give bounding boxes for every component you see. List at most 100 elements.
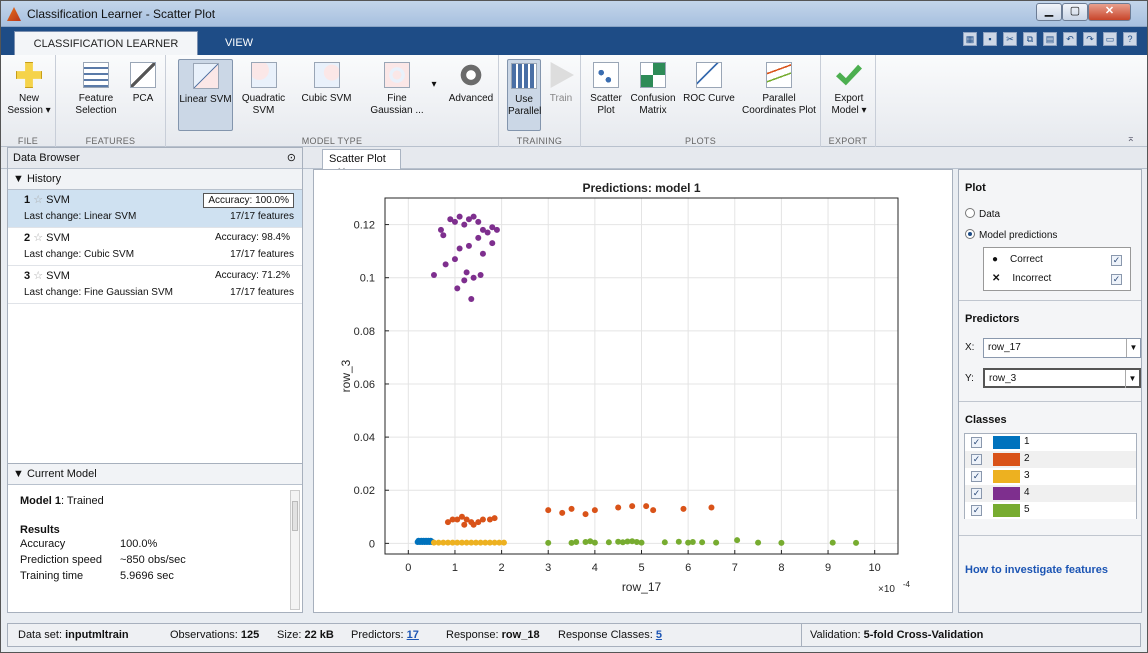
maximize-button[interactable]: ▢ (1062, 3, 1088, 21)
new-session-button[interactable]: New Session ▾ (5, 59, 53, 117)
x-marker-icon: ✕ (992, 273, 1001, 284)
class-color-swatch (993, 487, 1020, 500)
data-point-class-4 (470, 213, 477, 220)
x-tick-label: 9 (825, 562, 831, 574)
data-point-class-5 (853, 539, 860, 546)
help-icon[interactable]: ? (1123, 32, 1137, 46)
data-point-class-2 (559, 509, 566, 516)
cubic-svm-icon (313, 62, 340, 88)
copy-icon[interactable]: ⧉ (1023, 32, 1037, 46)
class-checkbox[interactable]: ✓ (971, 505, 982, 516)
group-plots: Scatter Plot Confusion Matrix ROC Curve … (581, 55, 821, 147)
cut-icon[interactable]: ✂ (1003, 32, 1017, 46)
y-axis-label: Y: (965, 373, 974, 384)
close-button[interactable]: ✕ (1088, 3, 1131, 21)
feature-selection-button[interactable]: Feature Selection (74, 59, 118, 117)
tab-view[interactable]: VIEW (200, 31, 278, 55)
results-row: Training time 5.9696 sec (20, 570, 174, 582)
star-icon[interactable]: ☆ (33, 194, 43, 206)
cubic-svm-button[interactable]: Cubic SVM (299, 59, 354, 105)
save-icon[interactable]: ▪ (983, 32, 997, 46)
layout-icon[interactable]: ▦ (963, 32, 977, 46)
data-point-class-4 (475, 218, 482, 225)
export-model-button[interactable]: Export Model ▾ (827, 59, 871, 117)
pca-button[interactable]: PCA (128, 59, 158, 105)
window-title: Classification Learner - Scatter Plot (27, 7, 216, 21)
status-dataset: Data set: inputmltrain (18, 629, 129, 641)
parallel-coordinates-button[interactable]: Parallel Coordinates Plot (739, 59, 819, 117)
model-predictions-radio[interactable]: Model predictions (965, 229, 1057, 241)
history-model-name: SVM (46, 194, 70, 206)
class-row[interactable]: ✓ 1 (965, 434, 1136, 451)
history-section-header[interactable]: ▼ History (8, 169, 302, 190)
class-row[interactable]: ✓ 2 (965, 451, 1136, 468)
class-color-swatch (993, 470, 1020, 483)
data-point-class-4 (437, 226, 444, 233)
data-point-class-4 (440, 232, 447, 239)
history-number: 1 (24, 194, 31, 206)
y-predictor-select[interactable]: row_3 ▼ (983, 368, 1141, 388)
confusion-matrix-button[interactable]: Confusion Matrix (627, 59, 679, 117)
quick-access-toolbar: ▦ ▪ ✂ ⧉ ▤ ↶ ↷ ▭ ? (963, 32, 1137, 50)
scatter-chart[interactable]: 0 1 2 3 4 5 6 7 8 9 10 0 0.02 0.04 0.06 0.08 0.1 0.12 Pred… (314, 170, 954, 614)
predictors-title: Predictors (965, 313, 1020, 325)
quadratic-svm-button[interactable]: Quadratic SVM (236, 59, 291, 117)
scatter-plot-icon (593, 62, 619, 88)
star-icon[interactable]: ☆ (33, 232, 43, 244)
history-item[interactable]: 1 ☆ SVM Last change: Linear SVM Accuracy: … (8, 190, 302, 228)
x-axis-label: row_17 (622, 580, 662, 594)
scatter-plot-button[interactable]: Scatter Plot (587, 59, 625, 117)
data-point-class-2 (582, 511, 589, 518)
train-button[interactable]: Train (547, 59, 575, 105)
window-icon[interactable]: ▭ (1103, 32, 1117, 46)
tab-classification-learner[interactable]: CLASSIFICATION LEARNER (14, 31, 198, 55)
class-checkbox[interactable]: ✓ (971, 437, 982, 448)
panel-menu-icon[interactable]: ⊙ (287, 148, 296, 169)
how-to-investigate-link[interactable]: How to investigate features (965, 564, 1108, 576)
tab-scatter-plot[interactable]: Scatter Plot ✕ (322, 149, 401, 178)
advanced-button[interactable]: Advanced (446, 59, 496, 105)
minimize-button[interactable]: ▁ (1036, 3, 1062, 21)
class-checkbox[interactable]: ✓ (971, 454, 982, 465)
data-point-class-4 (442, 261, 449, 268)
incorrect-checkbox[interactable]: ✓ (1111, 274, 1122, 285)
correct-checkbox[interactable]: ✓ (1111, 255, 1122, 266)
fine-gaussian-svm-button[interactable]: Fine Gaussian ... (366, 59, 428, 117)
current-model-scrollbar[interactable] (290, 490, 300, 610)
data-point-class-4 (451, 256, 458, 263)
star-icon[interactable]: ☆ (33, 270, 43, 282)
current-model-header[interactable]: ▼ Current Model (8, 464, 302, 485)
ribbon-toolstrip: New Session ▾ FILE Feature Selection PCA… (1, 55, 1147, 147)
status-response: Response: row_18 (446, 629, 540, 641)
class-checkbox[interactable]: ✓ (971, 471, 982, 482)
results-row: Prediction speed ~850 obs/sec (20, 554, 186, 566)
response-classes-link[interactable]: 5 (656, 629, 662, 641)
collapse-ribbon-icon[interactable]: ⌅ (1127, 133, 1135, 144)
roc-curve-button[interactable]: ROC Curve (681, 59, 737, 105)
y-tick-label: 0.1 (360, 273, 375, 285)
use-parallel-button[interactable]: Use Parallel (507, 59, 541, 131)
class-row[interactable]: ✓ 3 (965, 468, 1136, 485)
group-export: Export Model ▾ EXPORT (821, 55, 876, 147)
data-point-class-4 (456, 213, 463, 220)
class-row[interactable]: ✓ 5 (965, 502, 1136, 519)
roc-curve-icon (696, 62, 722, 88)
class-checkbox[interactable]: ✓ (971, 488, 982, 499)
classes-title: Classes (965, 414, 1007, 426)
class-color-swatch (993, 453, 1020, 466)
x-predictor-select[interactable]: row_17 ▼ (983, 338, 1141, 358)
data-radio[interactable]: Data (965, 208, 1000, 220)
parallel-coordinates-icon (766, 62, 792, 88)
linear-svm-button[interactable]: Linear SVM (178, 59, 233, 131)
history-item[interactable]: 3 ☆ SVM Last change: Fine Gaussian SVM Acc… (8, 266, 302, 304)
model-gallery-dropdown[interactable]: ▾ (428, 79, 440, 91)
class-row[interactable]: ✓ 4 (965, 485, 1136, 502)
data-point-class-5 (675, 538, 682, 545)
redo-icon[interactable]: ↷ (1083, 32, 1097, 46)
x-tick-label: 5 (638, 562, 644, 574)
predictors-link[interactable]: 17 (407, 629, 419, 641)
history-item[interactable]: 2 ☆ SVM Last change: Cubic SVM Accuracy: 9… (8, 228, 302, 266)
collapse-triangle-icon: ▼ (13, 468, 27, 480)
paste-icon[interactable]: ▤ (1043, 32, 1057, 46)
undo-icon[interactable]: ↶ (1063, 32, 1077, 46)
